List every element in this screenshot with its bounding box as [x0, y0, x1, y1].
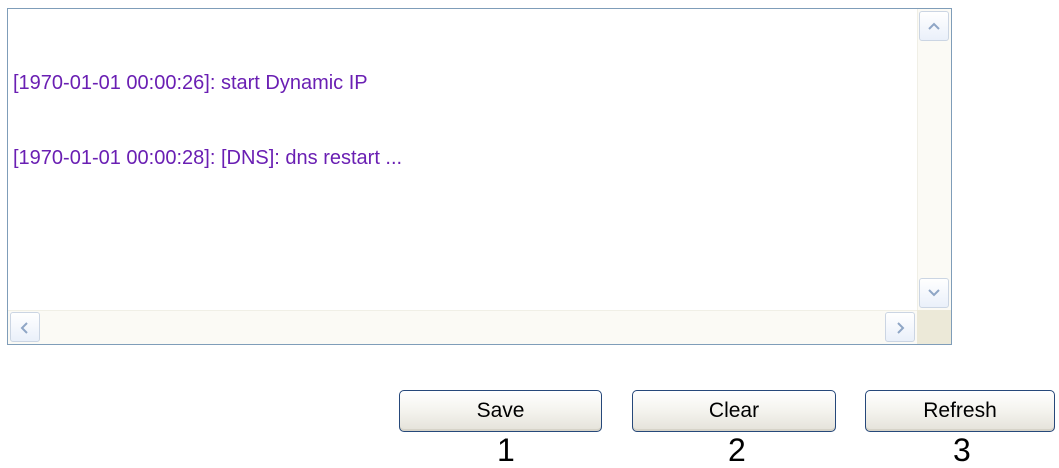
vertical-scrollbar[interactable]	[917, 9, 951, 310]
scroll-left-button[interactable]	[10, 312, 40, 342]
annotation-number-2: 2	[728, 432, 746, 468]
log-textarea[interactable]: [1970-01-01 00:00:26]: start Dynamic IP …	[7, 8, 952, 345]
save-button[interactable]: Save	[399, 390, 602, 432]
clear-button[interactable]: Clear	[632, 390, 836, 432]
log-line: [1970-01-01 00:00:26]: start Dynamic IP	[13, 72, 368, 94]
chevron-left-icon	[20, 322, 28, 334]
scroll-down-button[interactable]	[919, 278, 949, 308]
annotation-number-1: 1	[497, 432, 515, 468]
chevron-up-icon	[928, 22, 940, 30]
scroll-up-button[interactable]	[919, 11, 949, 41]
chevron-down-icon	[928, 289, 940, 297]
scrollbar-corner	[917, 310, 951, 344]
annotation-number-3: 3	[953, 432, 971, 468]
scroll-right-button[interactable]	[885, 312, 915, 342]
log-line: [1970-01-01 00:00:28]: [DNS]: dns restar…	[13, 147, 403, 169]
horizontal-scrollbar[interactable]	[8, 310, 917, 344]
chevron-right-icon	[897, 322, 905, 334]
log-content[interactable]: [1970-01-01 00:00:26]: start Dynamic IP …	[8, 9, 917, 310]
refresh-button[interactable]: Refresh	[865, 390, 1055, 432]
